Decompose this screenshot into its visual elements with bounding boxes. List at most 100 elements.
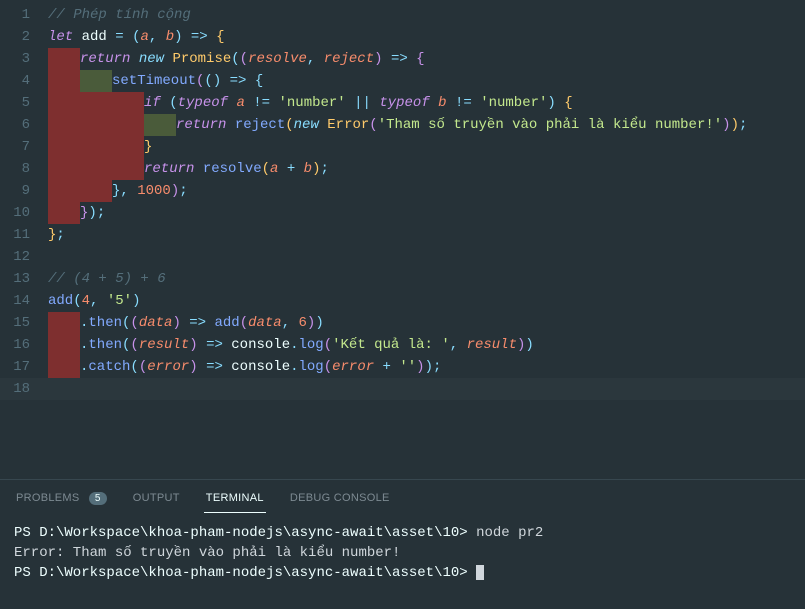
code-line[interactable]: 9 }, 1000); [0, 180, 805, 202]
code-line[interactable]: 6 return reject(new Error('Tham số truyề… [0, 114, 805, 136]
code-line[interactable]: 10 }); [0, 202, 805, 224]
token-func: setTimeout [112, 73, 196, 89]
token-sp [221, 73, 229, 89]
token-punct: ) [315, 315, 323, 331]
token-punct: ; [56, 227, 64, 243]
indent-guide [80, 114, 112, 136]
token-func: add [214, 315, 239, 331]
token-sp [447, 95, 455, 111]
code-line[interactable]: 13// (4 + 5) + 6 [0, 268, 805, 290]
token-op: + [383, 359, 391, 375]
code-line[interactable]: 8 return resolve(a + b); [0, 158, 805, 180]
code-content: .then((data) => add(data, 6)) [48, 312, 805, 334]
terminal-output[interactable]: PS D:\Workspace\khoa-pham-nodejs\async-a… [0, 513, 805, 587]
indent-guide [48, 180, 80, 202]
problems-count-badge: 5 [89, 492, 107, 505]
token-var: console [231, 359, 290, 375]
code-line[interactable]: 14add(4, '5') [0, 290, 805, 312]
tab-problems[interactable]: PROBLEMS 5 [14, 488, 109, 513]
code-content: setTimeout(() => { [48, 70, 805, 92]
code-line[interactable]: 18 [0, 378, 805, 400]
token-punct: ; [320, 161, 328, 177]
code-line[interactable]: 12 [0, 246, 805, 268]
tab-terminal[interactable]: TERMINAL [204, 488, 266, 513]
code-line[interactable]: 5 if (typeof a != 'number' || typeof b !… [0, 92, 805, 114]
token-sp [315, 51, 323, 67]
token-punct: ; [97, 205, 105, 221]
token-func: catch [88, 359, 130, 375]
line-number: 4 [0, 70, 48, 92]
token-punct: ; [179, 183, 187, 199]
token-sp [161, 95, 169, 111]
code-line[interactable]: 4 setTimeout(() => { [0, 70, 805, 92]
line-number: 3 [0, 48, 48, 70]
code-line[interactable]: 11}; [0, 224, 805, 246]
code-content: }, 1000); [48, 180, 805, 202]
token-new: new [294, 117, 319, 133]
token-class: Error [327, 117, 369, 133]
token-op: => [191, 29, 208, 45]
token-keyword: typeof [379, 95, 429, 111]
token-sp [73, 29, 81, 45]
token-param: error [147, 359, 189, 375]
token-keyword: return [144, 161, 194, 177]
code-line[interactable]: 17 .catch((error) => console.log(error +… [0, 356, 805, 378]
token-sp [556, 95, 564, 111]
token-func: then [88, 337, 122, 353]
token-sp [157, 29, 165, 45]
token-sp [245, 95, 253, 111]
token-brace2: ) [722, 117, 730, 133]
token-var: console [231, 337, 290, 353]
token-punct: . [290, 337, 298, 353]
panel-tabs: PROBLEMS 5 OUTPUT TERMINAL DEBUG CONSOLE [0, 480, 805, 513]
code-line[interactable]: 16 .then((result) => console.log('Kết qu… [0, 334, 805, 356]
token-param: result [139, 337, 189, 353]
token-param: b [166, 29, 174, 45]
code-content: // (4 + 5) + 6 [48, 268, 805, 290]
token-num: 6 [299, 315, 307, 331]
token-string: '5' [107, 293, 132, 309]
token-func: log [299, 337, 324, 353]
indent-guide [112, 92, 144, 114]
indent-guide [80, 70, 112, 92]
indent-guide [48, 114, 80, 136]
code-line[interactable]: 3 return new Promise((resolve, reject) =… [0, 48, 805, 70]
token-string: '' [399, 359, 416, 375]
token-sp [181, 315, 189, 331]
tab-debug-console[interactable]: DEBUG CONSOLE [288, 488, 392, 513]
token-func: resolve [203, 161, 262, 177]
token-sp [295, 161, 303, 177]
code-line[interactable]: 1// Phép tính cộng [0, 4, 805, 26]
indent-guide [48, 158, 80, 180]
token-brace2: ( [240, 51, 248, 67]
token-string: 'Kết quả là: ' [332, 337, 450, 353]
indent-guide [80, 180, 112, 202]
token-sp [183, 29, 191, 45]
token-brace2: ( [139, 359, 147, 375]
token-punct: ( [73, 293, 81, 309]
line-number: 12 [0, 246, 48, 268]
token-brace3: ( [169, 95, 177, 111]
line-number: 18 [0, 378, 48, 400]
line-number: 1 [0, 4, 48, 26]
token-param: b [304, 161, 312, 177]
token-sp [246, 73, 254, 89]
token-num: 4 [82, 293, 90, 309]
code-content: return reject(new Error('Tham số truyền … [48, 114, 805, 136]
token-sp [124, 29, 132, 45]
token-sp [208, 29, 216, 45]
tab-output[interactable]: OUTPUT [131, 488, 182, 513]
token-sp [290, 315, 298, 331]
token-param: b [438, 95, 446, 111]
code-editor[interactable]: 1// Phép tính cộng2let add = (a, b) => {… [0, 0, 805, 479]
code-content: .then((result) => console.log('Kết quả l… [48, 334, 805, 356]
code-content [48, 378, 805, 400]
code-line[interactable]: 7 } [0, 136, 805, 158]
token-brace2: ) [189, 359, 197, 375]
tab-label: OUTPUT [133, 492, 180, 504]
code-line[interactable]: 15 .then((data) => add(data, 6)) [0, 312, 805, 334]
token-comment: // Phép tính cộng [48, 7, 191, 23]
token-punct: ) [132, 293, 140, 309]
code-line[interactable]: 2let add = (a, b) => { [0, 26, 805, 48]
terminal-line: Error: Tham số truyền vào phải là kiểu n… [14, 545, 400, 561]
